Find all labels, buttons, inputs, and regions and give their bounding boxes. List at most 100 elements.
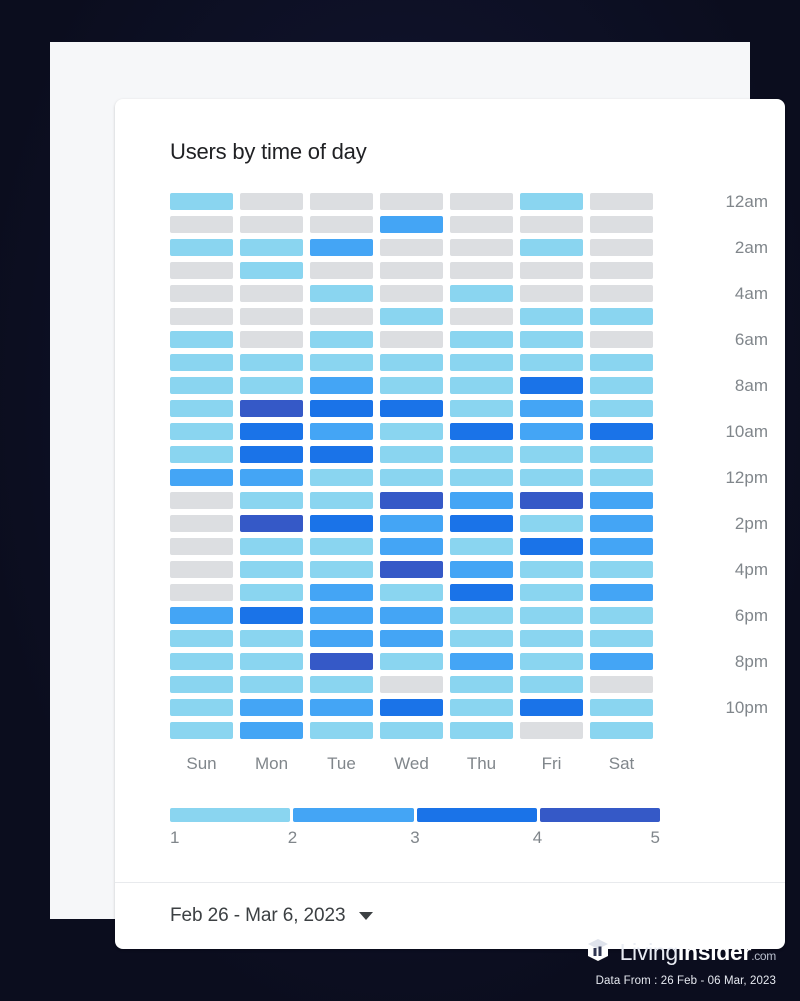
heatmap-cell-tue-10pm[interactable] bbox=[310, 699, 373, 716]
heatmap-cell-sun-8am[interactable] bbox=[170, 377, 233, 394]
heatmap-cell-mon-1pm[interactable] bbox=[240, 492, 303, 509]
heatmap-cell-tue-4am[interactable] bbox=[310, 285, 373, 302]
heatmap-cell-sat-8pm[interactable] bbox=[590, 653, 653, 670]
heatmap-cell-tue-2am[interactable] bbox=[310, 239, 373, 256]
heatmap-cell-wed-4pm[interactable] bbox=[380, 561, 443, 578]
heatmap-cell-mon-11am[interactable] bbox=[240, 446, 303, 463]
heatmap-cell-wed-5am[interactable] bbox=[380, 308, 443, 325]
heatmap-cell-mon-3pm[interactable] bbox=[240, 538, 303, 555]
heatmap-cell-sun-5am[interactable] bbox=[170, 308, 233, 325]
heatmap-cell-wed-7am[interactable] bbox=[380, 354, 443, 371]
heatmap-cell-fri-11am[interactable] bbox=[520, 446, 583, 463]
heatmap-cell-thu-2am[interactable] bbox=[450, 239, 513, 256]
heatmap-grid[interactable] bbox=[170, 193, 660, 745]
heatmap-cell-wed-10pm[interactable] bbox=[380, 699, 443, 716]
heatmap-cell-tue-12am[interactable] bbox=[310, 193, 373, 210]
heatmap-cell-sun-10pm[interactable] bbox=[170, 699, 233, 716]
heatmap-cell-wed-1pm[interactable] bbox=[380, 492, 443, 509]
heatmap-cell-sat-11pm[interactable] bbox=[590, 722, 653, 739]
heatmap-cell-mon-12pm[interactable] bbox=[240, 469, 303, 486]
heatmap-cell-thu-3am[interactable] bbox=[450, 262, 513, 279]
heatmap-cell-mon-8am[interactable] bbox=[240, 377, 303, 394]
heatmap-cell-thu-1pm[interactable] bbox=[450, 492, 513, 509]
heatmap-cell-wed-3pm[interactable] bbox=[380, 538, 443, 555]
heatmap-cell-tue-10am[interactable] bbox=[310, 423, 373, 440]
heatmap-cell-mon-6pm[interactable] bbox=[240, 607, 303, 624]
heatmap-cell-sat-10pm[interactable] bbox=[590, 699, 653, 716]
heatmap-cell-tue-3am[interactable] bbox=[310, 262, 373, 279]
heatmap-cell-fri-1am[interactable] bbox=[520, 216, 583, 233]
heatmap-cell-tue-12pm[interactable] bbox=[310, 469, 373, 486]
heatmap-cell-sat-7am[interactable] bbox=[590, 354, 653, 371]
heatmap-cell-mon-8pm[interactable] bbox=[240, 653, 303, 670]
heatmap-cell-sun-6pm[interactable] bbox=[170, 607, 233, 624]
heatmap-cell-tue-5pm[interactable] bbox=[310, 584, 373, 601]
heatmap-cell-tue-9pm[interactable] bbox=[310, 676, 373, 693]
heatmap-cell-fri-11pm[interactable] bbox=[520, 722, 583, 739]
heatmap-cell-fri-6pm[interactable] bbox=[520, 607, 583, 624]
heatmap-cell-sun-3pm[interactable] bbox=[170, 538, 233, 555]
heatmap-cell-sat-7pm[interactable] bbox=[590, 630, 653, 647]
heatmap-cell-sat-9am[interactable] bbox=[590, 400, 653, 417]
heatmap-cell-sat-12am[interactable] bbox=[590, 193, 653, 210]
heatmap-cell-wed-4am[interactable] bbox=[380, 285, 443, 302]
heatmap-cell-sun-8pm[interactable] bbox=[170, 653, 233, 670]
heatmap-cell-sat-6am[interactable] bbox=[590, 331, 653, 348]
heatmap-cell-tue-4pm[interactable] bbox=[310, 561, 373, 578]
heatmap-cell-sat-10am[interactable] bbox=[590, 423, 653, 440]
heatmap-cell-wed-8am[interactable] bbox=[380, 377, 443, 394]
heatmap-cell-tue-1pm[interactable] bbox=[310, 492, 373, 509]
heatmap-cell-sat-4pm[interactable] bbox=[590, 561, 653, 578]
heatmap-cell-thu-7pm[interactable] bbox=[450, 630, 513, 647]
heatmap-cell-sat-1am[interactable] bbox=[590, 216, 653, 233]
heatmap-cell-wed-11am[interactable] bbox=[380, 446, 443, 463]
heatmap-cell-sun-11am[interactable] bbox=[170, 446, 233, 463]
heatmap-cell-sat-9pm[interactable] bbox=[590, 676, 653, 693]
heatmap-cell-sat-6pm[interactable] bbox=[590, 607, 653, 624]
heatmap-cell-mon-10pm[interactable] bbox=[240, 699, 303, 716]
heatmap-cell-thu-9pm[interactable] bbox=[450, 676, 513, 693]
heatmap-cell-sun-7am[interactable] bbox=[170, 354, 233, 371]
heatmap-cell-thu-6am[interactable] bbox=[450, 331, 513, 348]
heatmap-cell-sun-12pm[interactable] bbox=[170, 469, 233, 486]
heatmap-cell-tue-11pm[interactable] bbox=[310, 722, 373, 739]
heatmap-cell-tue-7am[interactable] bbox=[310, 354, 373, 371]
heatmap-cell-mon-9pm[interactable] bbox=[240, 676, 303, 693]
heatmap-cell-mon-2pm[interactable] bbox=[240, 515, 303, 532]
heatmap-cell-fri-8pm[interactable] bbox=[520, 653, 583, 670]
heatmap-cell-sun-2am[interactable] bbox=[170, 239, 233, 256]
heatmap-cell-thu-4pm[interactable] bbox=[450, 561, 513, 578]
heatmap-cell-sat-12pm[interactable] bbox=[590, 469, 653, 486]
heatmap-cell-thu-8am[interactable] bbox=[450, 377, 513, 394]
heatmap-cell-wed-10am[interactable] bbox=[380, 423, 443, 440]
heatmap-cell-tue-3pm[interactable] bbox=[310, 538, 373, 555]
heatmap-cell-fri-3pm[interactable] bbox=[520, 538, 583, 555]
heatmap-cell-sun-5pm[interactable] bbox=[170, 584, 233, 601]
heatmap-cell-fri-6am[interactable] bbox=[520, 331, 583, 348]
heatmap-cell-fri-4pm[interactable] bbox=[520, 561, 583, 578]
heatmap-cell-mon-12am[interactable] bbox=[240, 193, 303, 210]
heatmap-cell-thu-12am[interactable] bbox=[450, 193, 513, 210]
heatmap-cell-thu-12pm[interactable] bbox=[450, 469, 513, 486]
heatmap-cell-mon-3am[interactable] bbox=[240, 262, 303, 279]
heatmap-cell-tue-11am[interactable] bbox=[310, 446, 373, 463]
heatmap-cell-thu-2pm[interactable] bbox=[450, 515, 513, 532]
heatmap-cell-sun-1am[interactable] bbox=[170, 216, 233, 233]
heatmap-cell-mon-4am[interactable] bbox=[240, 285, 303, 302]
heatmap-cell-mon-9am[interactable] bbox=[240, 400, 303, 417]
heatmap-cell-mon-2am[interactable] bbox=[240, 239, 303, 256]
heatmap-cell-wed-1am[interactable] bbox=[380, 216, 443, 233]
heatmap-cell-mon-6am[interactable] bbox=[240, 331, 303, 348]
heatmap-cell-sat-3pm[interactable] bbox=[590, 538, 653, 555]
heatmap-cell-thu-6pm[interactable] bbox=[450, 607, 513, 624]
heatmap-cell-sun-7pm[interactable] bbox=[170, 630, 233, 647]
chevron-down-icon[interactable] bbox=[359, 912, 374, 920]
heatmap-cell-tue-6pm[interactable] bbox=[310, 607, 373, 624]
heatmap-cell-mon-7am[interactable] bbox=[240, 354, 303, 371]
heatmap-cell-thu-7am[interactable] bbox=[450, 354, 513, 371]
heatmap-cell-thu-8pm[interactable] bbox=[450, 653, 513, 670]
heatmap-cell-mon-5pm[interactable] bbox=[240, 584, 303, 601]
heatmap-cell-wed-5pm[interactable] bbox=[380, 584, 443, 601]
heatmap-cell-tue-9am[interactable] bbox=[310, 400, 373, 417]
heatmap-cell-sun-3am[interactable] bbox=[170, 262, 233, 279]
